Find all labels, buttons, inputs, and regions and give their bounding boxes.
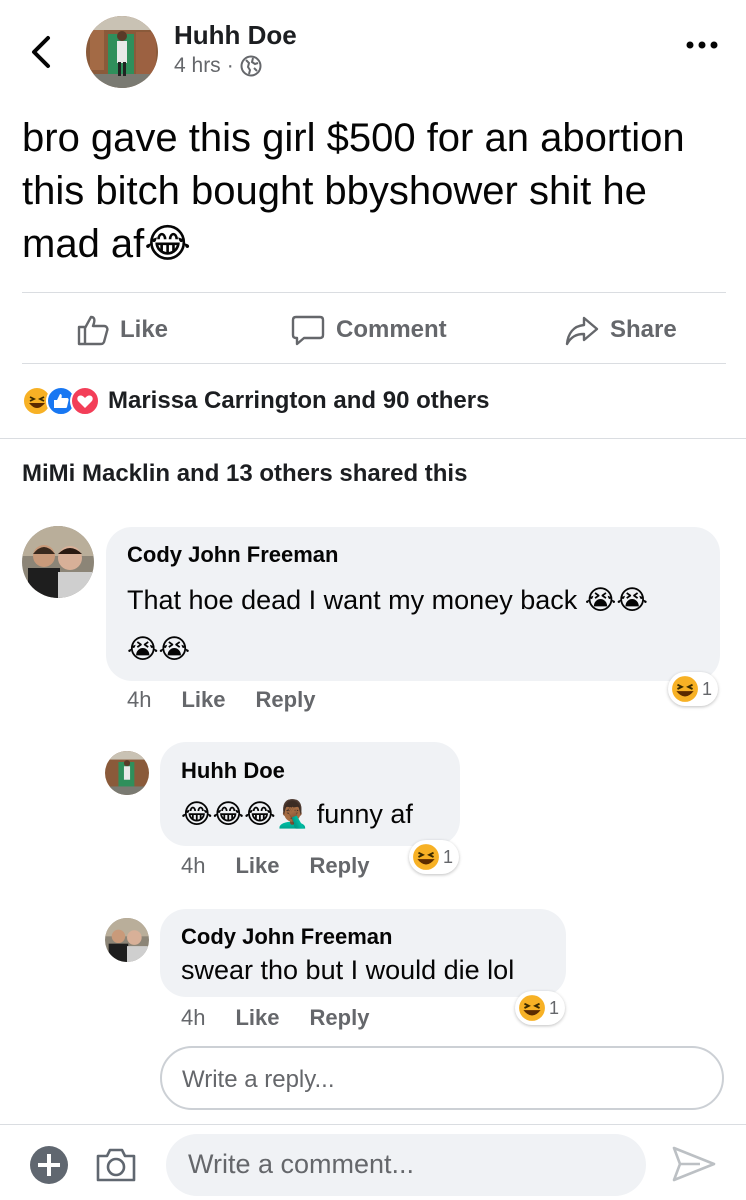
post-meta: 4 hrs · xyxy=(174,54,262,78)
reply-reaction-badge[interactable]: 1 xyxy=(515,991,566,1025)
comment-actions: 4h Like Reply xyxy=(127,687,315,713)
reaction-count: 1 xyxy=(443,846,454,867)
send-icon[interactable] xyxy=(670,1144,718,1184)
comment-label: Comment xyxy=(336,316,447,343)
reply-reply-button[interactable]: Reply xyxy=(310,853,370,879)
share-label: Share xyxy=(610,316,677,343)
comment-icon xyxy=(291,315,325,346)
section-divider xyxy=(0,438,746,439)
meta-separator: · xyxy=(226,54,234,77)
haha-reaction-icon xyxy=(519,995,545,1021)
comment-input[interactable]: Write a comment... xyxy=(166,1134,646,1196)
comment-reaction-badge[interactable]: 1 xyxy=(668,672,719,706)
comment-like-button[interactable]: Like xyxy=(181,687,225,713)
reply-reply-button[interactable]: Reply xyxy=(310,1005,370,1031)
reply-input[interactable]: Write a reply... xyxy=(160,1046,724,1110)
reply-reaction-badge[interactable]: 1 xyxy=(409,840,460,874)
back-arrow-icon[interactable] xyxy=(26,30,58,74)
reactions-summary[interactable]: Marissa Carrington and 90 others xyxy=(22,386,489,416)
comment-text: That hoe dead I want my money back 😭😭 😭😭 xyxy=(127,576,707,674)
comment-button[interactable]: Comment xyxy=(290,310,447,350)
post-time[interactable]: 4 hrs xyxy=(174,54,221,78)
reply-like-button[interactable]: Like xyxy=(235,1005,279,1031)
thumbs-up-icon xyxy=(77,315,109,346)
reply-time[interactable]: 4h xyxy=(181,853,205,879)
reaction-count: 1 xyxy=(549,997,560,1018)
reply-text: swear tho but I would die lol xyxy=(181,955,515,985)
post-text: bro gave this girl $500 for an abortion … xyxy=(22,112,727,271)
composer-divider xyxy=(0,1124,746,1125)
commenter-avatar[interactable] xyxy=(22,526,94,598)
reply-like-button[interactable]: Like xyxy=(235,853,279,879)
share-icon xyxy=(565,316,599,346)
globe-icon xyxy=(240,55,262,77)
camera-icon[interactable] xyxy=(94,1144,138,1186)
laughing-emoji: 😂 xyxy=(144,221,192,267)
reply-text: 😂😂😂🤦🏾‍♂️ funny af xyxy=(181,790,413,839)
author-avatar[interactable] xyxy=(86,16,158,88)
haha-reaction-icon xyxy=(413,844,439,870)
reply-body: funny af xyxy=(316,799,413,829)
divider xyxy=(22,363,726,364)
comment-reply-button[interactable]: Reply xyxy=(256,687,316,713)
comment-author[interactable]: Cody John Freeman xyxy=(127,542,338,568)
reply-actions: 4h Like Reply xyxy=(181,1005,369,1031)
post-body: bro gave this girl $500 for an abortion … xyxy=(22,116,685,266)
crying-emoji: 😭😭 xyxy=(584,585,648,616)
reply-actions: 4h Like Reply xyxy=(181,853,369,879)
replier-avatar[interactable] xyxy=(105,918,149,962)
like-label: Like xyxy=(120,316,169,343)
shares-text[interactable]: MiMi Macklin and 13 others shared this xyxy=(22,460,467,488)
reaction-count: 1 xyxy=(702,678,713,699)
more-options-icon[interactable] xyxy=(684,30,720,60)
haha-reaction-icon xyxy=(672,676,698,702)
add-icon[interactable] xyxy=(28,1144,70,1186)
love-reaction-icon xyxy=(70,386,100,416)
like-button[interactable]: Like xyxy=(76,310,168,350)
reply-time[interactable]: 4h xyxy=(181,1005,205,1031)
replier-avatar[interactable] xyxy=(105,751,149,795)
post-author-name[interactable]: Huhh Doe xyxy=(174,20,297,51)
crying-emoji: 😭😭 xyxy=(127,634,191,665)
divider xyxy=(22,292,726,293)
share-button[interactable]: Share xyxy=(564,310,677,350)
reply-author[interactable]: Huhh Doe xyxy=(181,758,285,784)
comment-body: That hoe dead I want my money back xyxy=(127,585,578,615)
comment-time[interactable]: 4h xyxy=(127,687,151,713)
laughing-emoji: 😂😂😂🤦🏾‍♂️ xyxy=(181,799,310,830)
reactions-count-text: Marissa Carrington and 90 others xyxy=(108,387,490,414)
